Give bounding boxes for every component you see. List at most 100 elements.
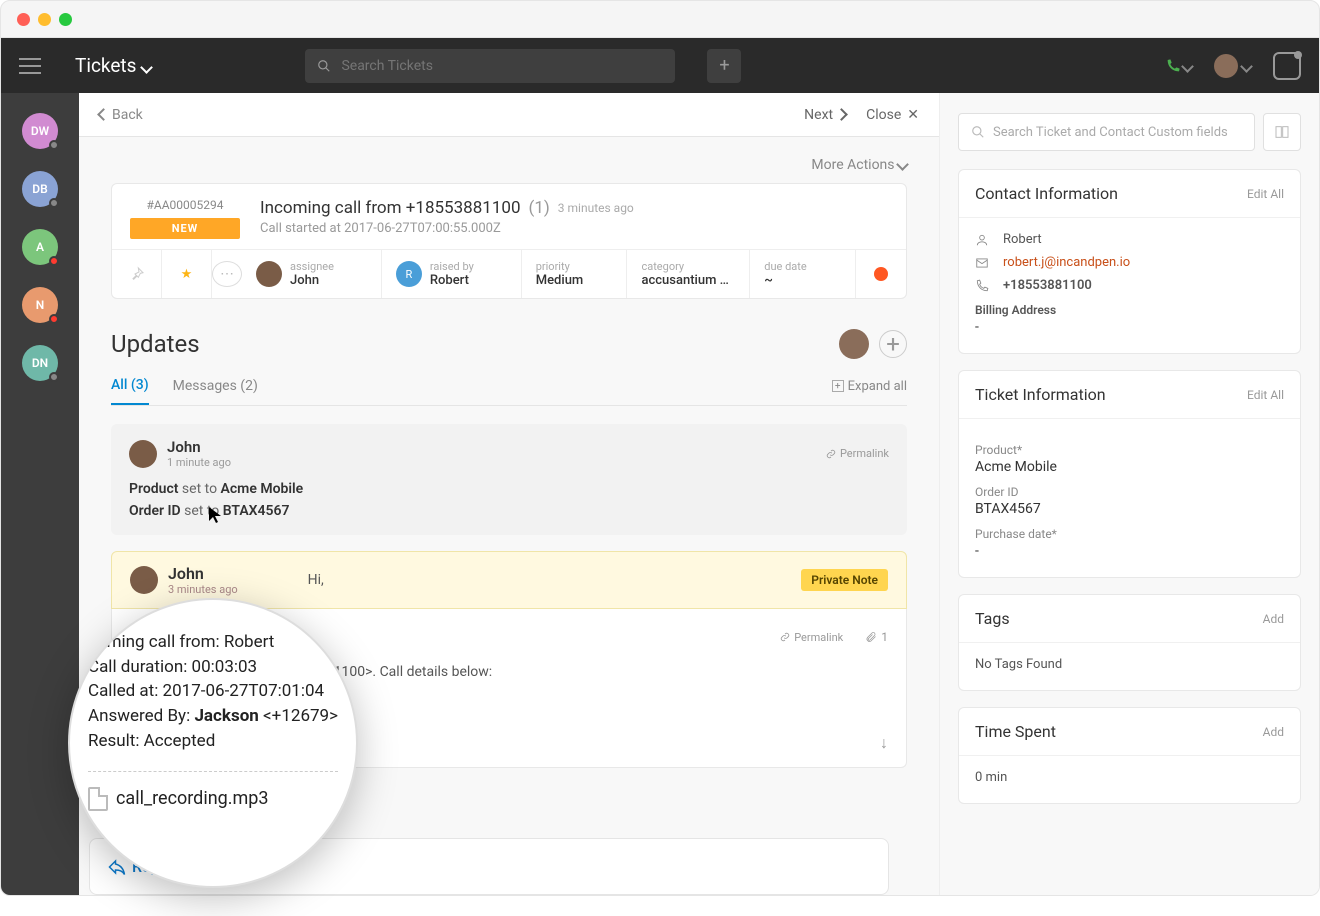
contact-email[interactable]: robert.j@incandpen.io (1003, 255, 1130, 270)
add-time-link[interactable]: Add (1263, 725, 1284, 739)
add-update-button[interactable]: + (879, 330, 907, 358)
back-button[interactable]: Back (99, 107, 143, 123)
ticket-title: Incoming call from +18553881100 (260, 198, 521, 218)
chevron-down-icon (142, 54, 151, 77)
more-actions-dropdown[interactable]: More Actions (111, 157, 907, 173)
status-dot (49, 372, 59, 382)
star-button[interactable]: ★ (162, 250, 212, 298)
avatar-icon (839, 329, 869, 359)
status-badge: NEW (130, 218, 240, 239)
contact-pill[interactable]: DW (22, 113, 58, 149)
avatar-icon (130, 566, 158, 594)
order-id-value: BTAX4567 (975, 501, 1284, 517)
more-button[interactable]: ⋯ (212, 261, 242, 287)
permalink-link[interactable]: Permalink (826, 447, 889, 460)
ticket-time: 3 minutes ago (558, 201, 634, 215)
status-dot (49, 314, 59, 324)
tags-panel: TagsAdd No Tags Found (958, 594, 1301, 691)
user-icon (975, 233, 993, 247)
contact-pill[interactable]: DN (22, 345, 58, 381)
status-indicator[interactable] (856, 250, 906, 298)
updates-heading: Updates + (111, 329, 907, 359)
expand-all-button[interactable]: +Expand all (832, 379, 907, 404)
mail-icon (975, 256, 993, 270)
menu-icon[interactable] (19, 58, 51, 74)
cursor-icon (208, 506, 222, 524)
phone-icon (975, 279, 993, 293)
subbar: Back Next Close✕ (79, 93, 939, 137)
private-note-badge: Private Note (801, 569, 888, 591)
new-ticket-button[interactable]: + (707, 49, 741, 83)
tab-all[interactable]: All (3) (111, 377, 149, 405)
search-icon (317, 59, 331, 73)
priority-cell[interactable]: priorityMedium (522, 250, 628, 298)
contact-phone: +18553881100 (1003, 278, 1092, 293)
close-button[interactable]: Close✕ (866, 107, 919, 123)
mac-titlebar (0, 0, 1320, 38)
pin-button[interactable] (112, 250, 162, 298)
section-title: Tickets (75, 54, 136, 77)
layout-button[interactable] (1263, 113, 1301, 151)
status-dot (49, 198, 59, 208)
pin-icon (129, 266, 145, 282)
contact-pill[interactable]: N (22, 287, 58, 323)
update-tabs: All (3) Messages (2) +Expand all (111, 377, 907, 406)
raised-by-cell[interactable]: R raised byRobert (382, 250, 522, 298)
avatar-icon (129, 440, 157, 468)
tab-messages[interactable]: Messages (2) (173, 378, 258, 404)
note-author: John (168, 564, 238, 583)
section-dropdown[interactable]: Tickets (75, 54, 151, 77)
attachment-count[interactable]: 1 (865, 630, 888, 644)
time-spent-panel: Time SpentAdd 0 min (958, 707, 1301, 804)
contact-pill[interactable]: A (22, 229, 58, 265)
edit-all-link[interactable]: Edit All (1247, 388, 1284, 402)
chevron-right-icon (837, 107, 846, 123)
file-icon (88, 787, 108, 811)
phone-status[interactable] (1165, 56, 1192, 75)
paperclip-icon (865, 631, 877, 643)
note-body: Hi, (308, 572, 324, 588)
chevron-down-icon (1183, 56, 1192, 75)
category-cell[interactable]: categoryaccusantium … (627, 250, 750, 298)
contact-name: Robert (1003, 232, 1042, 247)
status-dot (49, 256, 59, 266)
search-input[interactable] (341, 58, 663, 74)
ticket-id: #AA00005294 (130, 198, 240, 212)
avatar-icon: R (396, 261, 422, 287)
link-icon (780, 632, 790, 642)
chevron-down-icon (1242, 56, 1251, 75)
expand-icon: + (832, 380, 844, 392)
chevron-left-icon (99, 107, 108, 123)
status-dot (49, 140, 59, 150)
custom-field-search[interactable]: Search Ticket and Contact Custom fields (958, 113, 1255, 151)
link-icon (826, 449, 836, 459)
reply-icon (108, 858, 126, 876)
magnifier-overlay: coming call from: Robert Call duration: … (68, 598, 358, 888)
avatar-icon (1214, 54, 1238, 78)
update-entry: John 1 minute ago Permalink Product set … (111, 424, 907, 535)
due-date-cell[interactable]: due date~ (750, 250, 856, 298)
next-button[interactable]: Next (804, 107, 846, 123)
topbar: Tickets + (1, 38, 1319, 93)
search-box[interactable] (305, 49, 675, 83)
update-author: John (167, 438, 231, 456)
assignee-cell[interactable]: assigneeJohn (242, 250, 382, 298)
avatar-icon (256, 261, 282, 287)
edit-all-link[interactable]: Edit All (1247, 187, 1284, 201)
permalink-link[interactable]: Permalink (780, 631, 843, 644)
contact-pill[interactable]: DB (22, 171, 58, 207)
side-panel: Search Ticket and Contact Custom fields … (939, 93, 1319, 895)
mac-min-dot[interactable] (38, 13, 51, 26)
add-tag-link[interactable]: Add (1263, 612, 1284, 626)
contacts-rail: DW DB A N DN (1, 38, 79, 895)
mac-max-dot[interactable] (59, 13, 72, 26)
note-time: 3 minutes ago (168, 583, 238, 596)
ticket-count: (1) (529, 198, 550, 218)
activity-icon[interactable] (1273, 52, 1301, 80)
mac-close-dot[interactable] (17, 13, 30, 26)
user-menu[interactable] (1214, 54, 1251, 78)
scroll-down-icon[interactable]: ↓ (880, 733, 888, 753)
attachment-filename[interactable]: call_recording.mp3 (116, 786, 269, 812)
update-time: 1 minute ago (167, 456, 231, 469)
book-icon (1274, 124, 1290, 140)
